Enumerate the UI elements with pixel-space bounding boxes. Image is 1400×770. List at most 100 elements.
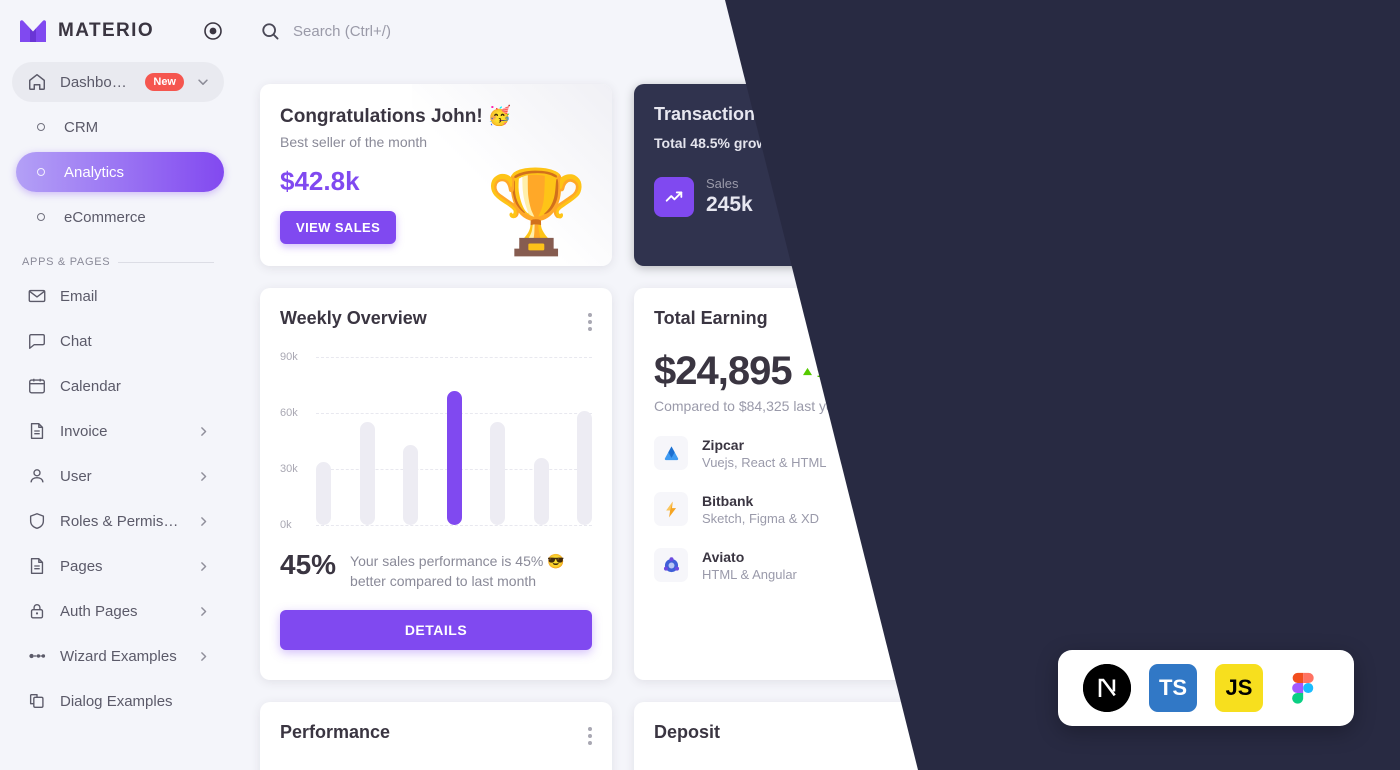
topbar-icons [1160,12,1374,50]
total-profit-value: $86.4k [1024,304,1086,326]
sidebar-item-invoice[interactable]: Invoice [12,411,224,451]
sidebar-item-wizard-examples[interactable]: Wizard Examples [12,636,224,676]
search-bar[interactable] [260,21,1146,42]
bitbank-logo [654,492,688,526]
total-profit-chart-card: $86.4k Total Profit [1008,288,1180,473]
stat-value: $88k [1198,193,1245,216]
sidebar-item-auth-pages[interactable]: Auth Pages [12,591,224,631]
earning-name: Aviato [702,548,745,565]
sidebar-item-crm[interactable]: CRM [16,107,224,147]
stat-value: 1.54k [1035,193,1089,216]
earning-name: Bitbank [702,492,754,509]
sidebar-item-label: eCommerce [64,208,146,226]
bar-sat[interactable] [533,457,549,525]
devices-icon [983,176,1024,217]
deposit-view-all-link[interactable]: View All [938,725,983,740]
nextjs-logo[interactable] [1083,664,1131,712]
kebab-menu-icon[interactable] [588,722,592,745]
person-icon [810,176,851,217]
sidebar-item-label: Invoice [60,422,108,440]
search-input[interactable] [293,22,633,40]
y-tick: 30k [280,462,298,475]
chevron-right-icon [197,425,210,438]
bar-mon[interactable] [316,461,331,525]
list-item[interactable]: Bitbank Sketch, Figma & XD $8,650.20 [654,492,966,526]
calendar-icon [26,375,48,397]
sidebar-item-label: Pages [60,557,103,575]
javascript-logo[interactable]: JS [1215,664,1263,712]
typescript-logo[interactable]: TS [1149,664,1197,712]
bar-thu[interactable] [446,390,462,525]
sidebar-item-chat[interactable]: Chat [12,321,224,361]
deposit-section: Deposit View All [634,702,1004,770]
bar-sun[interactable] [577,411,592,525]
stat-label: Customers [862,176,926,191]
congrats-title: Congratulations John! 🥳 [280,106,512,127]
view-sales-button[interactable]: VIEW SALES [280,211,397,244]
file-text-icon [26,555,48,577]
sidebar-item-analytics[interactable]: Analytics [16,152,224,192]
bell-icon[interactable] [1292,18,1317,43]
circle-outline-icon [30,206,52,228]
tech-stack-popup: TS JS [1058,650,1354,726]
figma-logo[interactable] [1281,664,1329,712]
sidebar-item-ecommerce[interactable]: eCommerce [16,197,224,237]
list-item[interactable]: Zipcar Vuejs, React & HTML $24,895.65 [654,436,966,470]
chevron-down-icon [196,75,210,89]
sidebar-item-label: Dialog Examples [60,692,173,710]
sidebar-item-label: CRM [64,118,99,136]
earning-growth-value: 10% [816,363,845,380]
stat-revenue: Revenue $88k [1146,176,1250,217]
bar-fri[interactable] [490,422,505,525]
chat-icon [26,330,48,352]
earning-value: $8,650.20 [899,500,966,517]
sidebar-item-roles-permissions[interactable]: Roles & Permissi... [12,501,224,541]
kebab-menu-icon[interactable] [588,308,592,331]
congrats-subtitle: Best seller of the month [280,134,428,150]
weekly-note: Your sales performance is 45% 😎 better c… [350,553,565,590]
kebab-menu-icon[interactable] [962,308,966,331]
kebab-menu-icon[interactable] [1350,104,1354,127]
deposit-title: Deposit [654,722,721,742]
earning-tech: HTML & Angular [702,566,797,582]
chevron-right-icon [197,605,210,618]
earning-value: $1,245.80 [899,556,966,573]
translate-icon[interactable] [1160,19,1184,43]
kebab-menu-icon[interactable] [1354,304,1358,327]
total-profit-caption: Total Profit [1024,421,1097,437]
sidebar-item-user[interactable]: User [12,456,224,496]
chevron-right-icon [197,470,210,483]
bar-wed[interactable] [403,444,418,525]
withdraw-view-all-link[interactable]: View All [1309,725,1354,740]
weekly-profit-card: Total Profit $25.6k +42% Weekly Profit [1202,288,1374,473]
sidebar-item-dashboards[interactable]: Dashboards New [12,62,224,102]
chevron-right-icon [197,650,210,663]
sidebar-item-pages[interactable]: Pages [12,546,224,586]
notification-badge [1308,18,1317,27]
chevron-right-icon [197,560,210,573]
aviato-logo [654,548,688,582]
details-button[interactable]: DETAILS [280,609,592,650]
sun-icon[interactable] [1204,19,1228,43]
grid-apps-icon[interactable] [1248,19,1272,43]
pin-circle-icon[interactable] [204,22,222,40]
earning-tech: Sketch, Figma & XD [702,510,820,526]
y-tick: 60k [280,406,298,419]
congratulations-card: Congratulations John! 🥳 Best seller of t… [260,84,612,266]
weekly-profit-caption: Weekly Profit [1218,426,1295,441]
stat-value: 12.5k [862,193,916,216]
copy-icon [26,690,48,712]
topbar [236,0,1400,62]
sidebar-primary-list: Dashboards New CRM Analytics eCommerce [0,62,236,237]
list-item[interactable]: Aviato HTML & Angular $1,245.80 [654,548,966,582]
sidebar-apps-list: Email Chat Calendar Invoice User Roles &… [0,276,236,721]
stat-value: 245k [706,193,753,216]
user-avatar[interactable] [1336,12,1374,50]
home-icon [26,71,48,93]
bar-tue[interactable] [359,422,375,525]
sidebar-item-calendar[interactable]: Calendar [12,366,224,406]
weekly-overview-card: Weekly Overview 90k 60k 30k 0k 45% Your … [260,288,612,680]
sidebar-item-email[interactable]: Email [12,276,224,316]
sidebar-item-dialog-examples[interactable]: Dialog Examples [12,681,224,721]
sidebar-item-label: Analytics [64,163,125,181]
